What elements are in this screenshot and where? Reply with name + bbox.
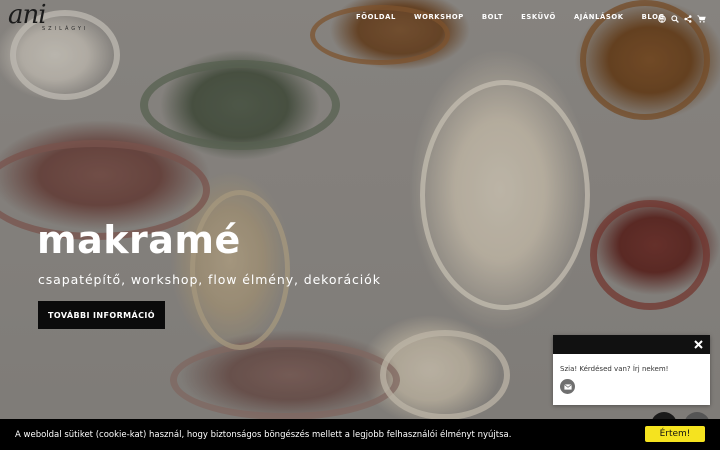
chat-header: [553, 335, 710, 354]
cookie-notice-text: A weboldal sütiket (cookie-kat) használ,…: [15, 429, 512, 440]
hero-subtitle: csapatépítő, workshop, flow élmény, deko…: [38, 272, 381, 287]
logo-subtitle: SZILÁGYI: [42, 26, 89, 32]
nav-item-eskuvo[interactable]: ESKÜVŐ: [521, 13, 556, 21]
nav-item-workshop[interactable]: WORKSHOP: [414, 13, 464, 21]
nav-item-bolt[interactable]: BOLT: [482, 13, 503, 21]
chat-widget: Szia! Kérdésed van? Írj nekem!: [553, 335, 710, 405]
nav-icon-group: [656, 14, 708, 24]
logo-word: ani: [8, 0, 47, 30]
nav-item-fooldal[interactable]: FŐOLDAL: [356, 13, 396, 21]
globe-icon[interactable]: [656, 14, 668, 24]
chat-message: Szia! Kérdésed van? Írj nekem!: [560, 365, 669, 373]
mail-icon[interactable]: [560, 379, 575, 394]
nav-item-ajanlasok[interactable]: AJÁNLÁSOK: [574, 13, 624, 21]
cookie-banner: A weboldal sütiket (cookie-kat) használ,…: [0, 419, 720, 450]
share-icon[interactable]: [682, 14, 694, 24]
search-icon[interactable]: [669, 14, 681, 24]
more-info-button[interactable]: TOVÁBBI INFORMÁCIÓ: [38, 301, 165, 329]
main-navigation: FŐOLDAL WORKSHOP BOLT ESKÜVŐ AJÁNLÁSOK B…: [356, 13, 683, 21]
cookie-accept-button[interactable]: Értem!: [645, 426, 705, 442]
close-icon[interactable]: [692, 338, 704, 350]
site-logo[interactable]: ani SZILÁGYI: [8, 2, 90, 36]
cart-icon[interactable]: [695, 14, 707, 24]
hero-title: makramé: [37, 218, 241, 262]
